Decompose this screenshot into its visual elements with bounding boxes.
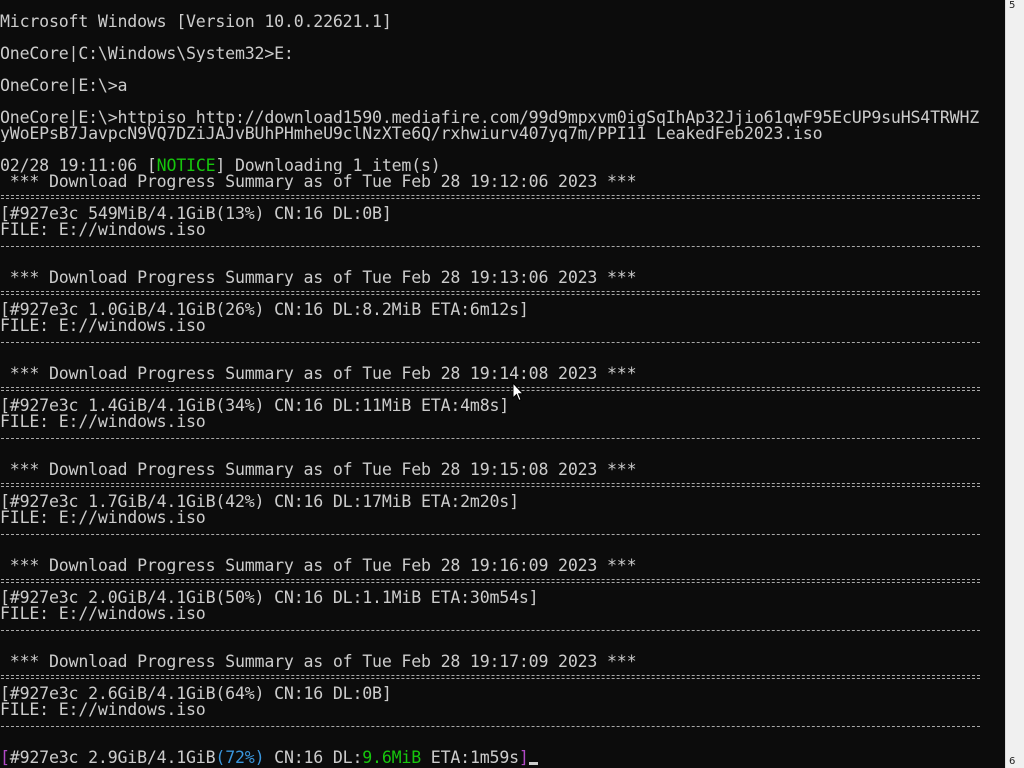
notice-message: ] Downloading 1 item(s)	[215, 158, 441, 174]
double-rule-separator	[0, 670, 1006, 686]
single-rule-separator	[0, 622, 1006, 638]
notice-prefix: 02/28 19:11:06 [	[0, 158, 157, 174]
live-progress-line: [#927e3c 2.9GiB/4.1GiB(72%) CN:16 DL:9.6…	[0, 750, 1006, 766]
mouse-pointer-icon	[512, 382, 524, 402]
double-rule-separator	[0, 478, 1006, 494]
console-line: OneCore|E:\>a	[0, 78, 128, 94]
console-line: [#927e3c 1.7GiB/4.1GiB(42%) CN:16 DL:17M…	[0, 494, 519, 510]
vertical-scrollbar[interactable]: 5 6	[1005, 0, 1024, 768]
progress-segment: ETA:1m59s	[421, 750, 519, 766]
console-line: *** Download Progress Summary as of Tue …	[0, 270, 637, 286]
double-rule-separator	[0, 286, 1006, 302]
progress-segment: #927e3c 2.9GiB/4.1GiB	[9, 750, 216, 766]
scrollbar-bottom-label: 6	[1009, 756, 1016, 767]
console-line: [#927e3c 2.0GiB/4.1GiB(50%) CN:16 DL:1.1…	[0, 590, 539, 606]
console-line: *** Download Progress Summary as of Tue …	[0, 654, 637, 670]
console-line: FILE: E://windows.iso	[0, 414, 206, 430]
terminal-output[interactable]: Microsoft Windows [Version 10.0.22621.1]…	[0, 14, 1006, 766]
notice-tag: NOTICE	[156, 158, 216, 174]
console-line: *** Download Progress Summary as of Tue …	[0, 174, 637, 190]
console-line: *** Download Progress Summary as of Tue …	[0, 366, 637, 382]
single-rule-separator	[0, 430, 1006, 446]
double-rule-separator	[0, 382, 1006, 398]
console-line: FILE: E://windows.iso	[0, 510, 206, 526]
console-line: FILE: E://windows.iso	[0, 702, 206, 718]
console-line: OneCore|E:\>httpiso http://download1590.…	[0, 110, 980, 126]
console-window[interactable]: Microsoft Windows [Version 10.0.22621.1]…	[0, 0, 1006, 768]
progress-segment: 9.6MiB	[362, 750, 422, 766]
console-line: yWoEPsB7JavpcN9VQ7DZiJAJvBUhPHmheU9clNzX…	[0, 126, 823, 142]
console-line: FILE: E://windows.iso	[0, 606, 206, 622]
scrollbar-top-label: 5	[1009, 0, 1016, 11]
console-line: FILE: E://windows.iso	[0, 222, 206, 238]
single-rule-separator	[0, 526, 1006, 542]
progress-segment: ]	[518, 750, 529, 766]
progress-segment: [	[0, 750, 10, 766]
single-rule-separator	[0, 334, 1006, 350]
console-line: *** Download Progress Summary as of Tue …	[0, 558, 637, 574]
notice-line: 02/28 19:11:06 [NOTICE] Downloading 1 it…	[0, 158, 1006, 174]
text-cursor	[528, 762, 538, 765]
console-line: OneCore|C:\Windows\System32>E:	[0, 46, 294, 62]
console-line: [#927e3c 1.0GiB/4.1GiB(26%) CN:16 DL:8.2…	[0, 302, 529, 318]
single-rule-separator	[0, 238, 1006, 254]
console-line: [#927e3c 549MiB/4.1GiB(13%) CN:16 DL:0B]	[0, 206, 392, 222]
double-rule-separator	[0, 190, 1006, 206]
console-line: *** Download Progress Summary as of Tue …	[0, 462, 637, 478]
progress-segment: (72%)	[215, 750, 265, 766]
console-line: Microsoft Windows [Version 10.0.22621.1]	[0, 14, 392, 30]
progress-segment: CN:16 DL:	[264, 750, 363, 766]
console-line: [#927e3c 1.4GiB/4.1GiB(34%) CN:16 DL:11M…	[0, 398, 510, 414]
single-rule-separator	[0, 718, 1006, 734]
console-line: [#927e3c 2.6GiB/4.1GiB(64%) CN:16 DL:0B]	[0, 686, 392, 702]
console-line: FILE: E://windows.iso	[0, 318, 206, 334]
double-rule-separator	[0, 574, 1006, 590]
